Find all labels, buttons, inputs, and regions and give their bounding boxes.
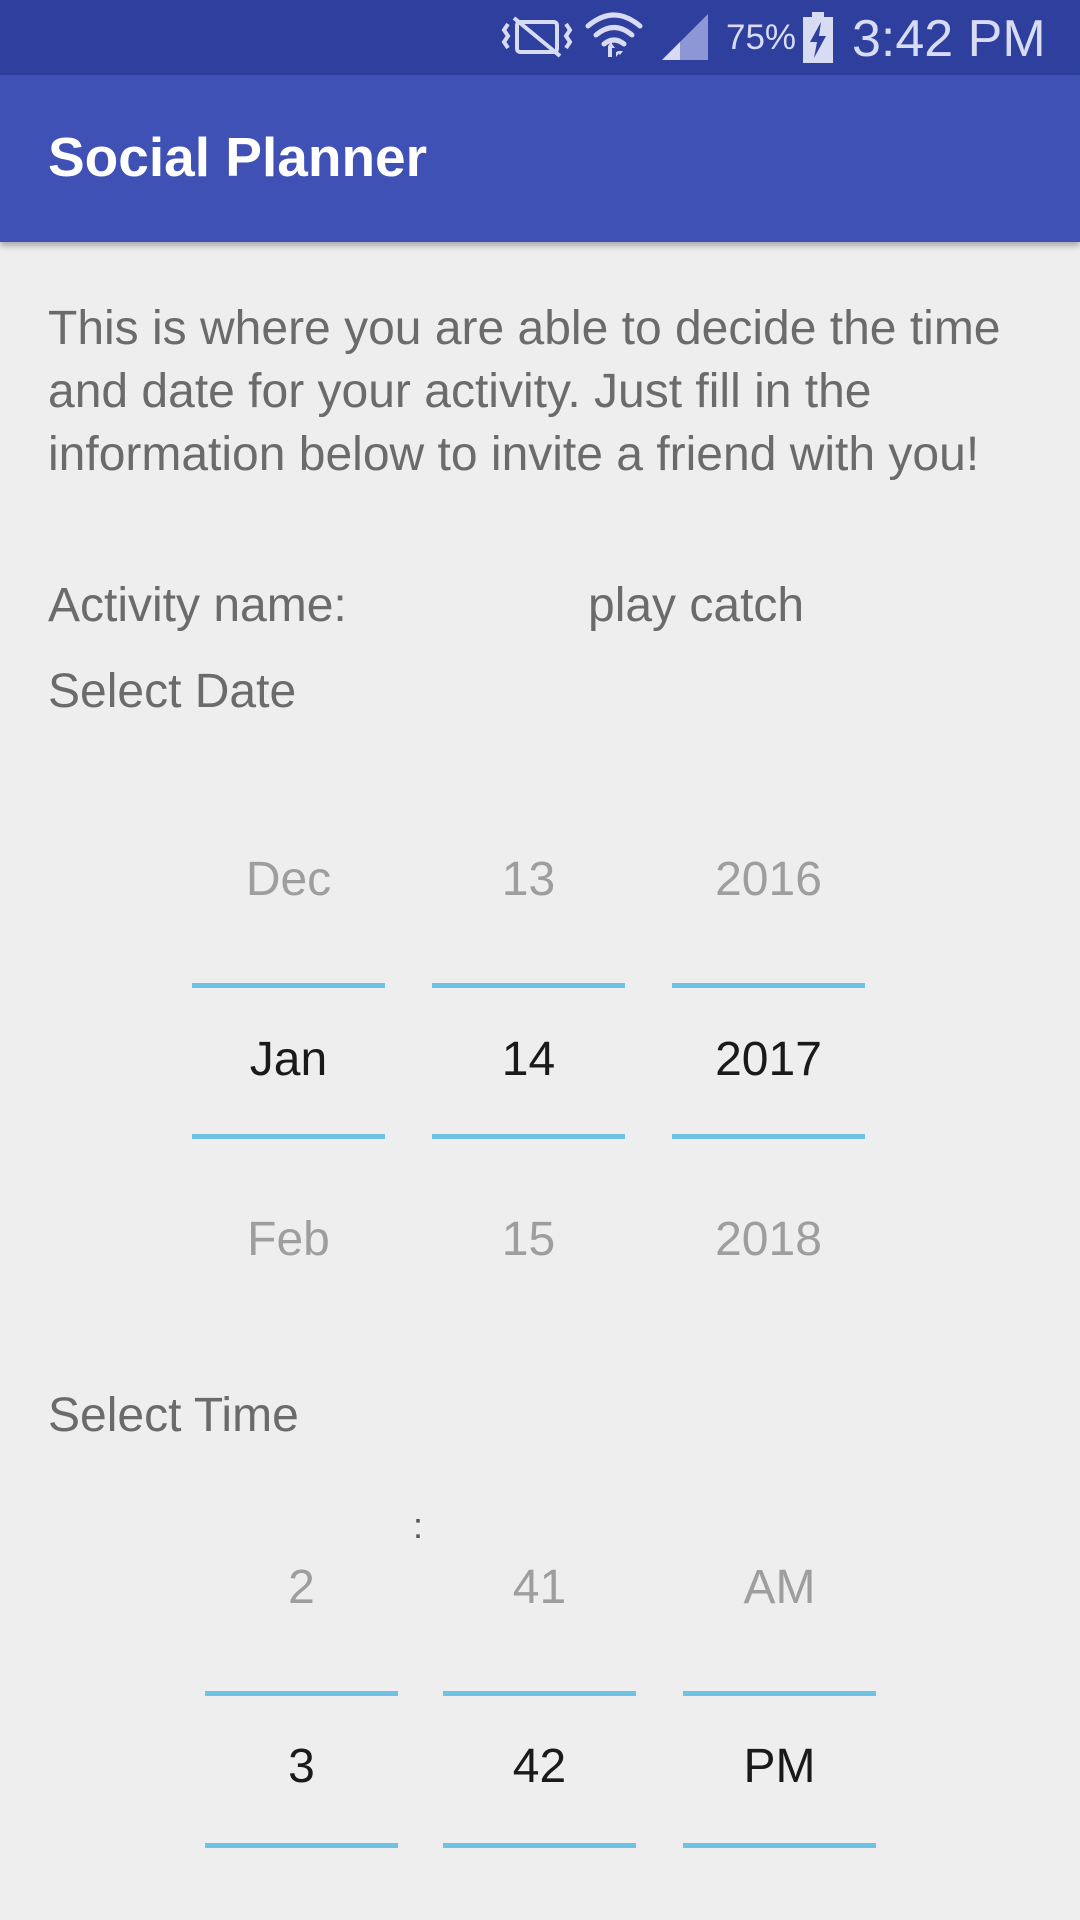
description-text: This is where you are able to decide the… xyxy=(48,302,1001,481)
day-prev[interactable]: 13 xyxy=(432,852,625,907)
ampm-picker[interactable]: AM PM xyxy=(683,1463,876,1863)
picker-divider-bottom xyxy=(192,1134,385,1139)
picker-divider-bottom xyxy=(205,1843,398,1848)
month-current[interactable]: Jan xyxy=(192,1032,385,1087)
day-next[interactable]: 15 xyxy=(432,1212,625,1267)
picker-divider-bottom xyxy=(432,1134,625,1139)
month-picker[interactable]: Dec Jan Feb xyxy=(192,755,385,1266)
picker-divider-top xyxy=(443,1691,636,1696)
month-next[interactable]: Feb xyxy=(192,1212,385,1267)
select-date-label: Select Date xyxy=(48,665,297,718)
minute-current[interactable]: 42 xyxy=(443,1739,636,1794)
year-prev[interactable]: 2016 xyxy=(672,852,865,907)
wifi-icon xyxy=(584,10,644,67)
minute-picker[interactable]: 41 42 xyxy=(443,1463,636,1863)
day-picker[interactable]: 13 14 15 xyxy=(432,755,625,1266)
picker-divider-top xyxy=(432,983,625,988)
ampm-current[interactable]: PM xyxy=(683,1739,876,1794)
month-prev[interactable]: Dec xyxy=(192,852,385,907)
year-picker[interactable]: 2016 2017 2018 xyxy=(672,755,865,1266)
app-bar: Social Planner xyxy=(0,75,1080,242)
year-next[interactable]: 2018 xyxy=(672,1212,865,1267)
hour-current[interactable]: 3 xyxy=(205,1739,398,1794)
app-title: Social Planner xyxy=(48,126,428,188)
year-current[interactable]: 2017 xyxy=(672,1032,865,1087)
picker-divider-bottom xyxy=(683,1843,876,1848)
ampm-prev[interactable]: AM xyxy=(683,1560,876,1615)
hour-picker[interactable]: 2 3 xyxy=(205,1463,398,1863)
minute-prev[interactable]: 41 xyxy=(443,1560,636,1615)
activity-name-label: Activity name: xyxy=(48,579,347,632)
battery-charging-icon xyxy=(802,12,834,69)
picker-divider-top xyxy=(205,1691,398,1696)
vibrate-icon xyxy=(500,14,574,65)
battery-percent: 75% xyxy=(726,18,797,57)
picker-divider-top xyxy=(192,983,385,988)
picker-divider-bottom xyxy=(443,1843,636,1848)
status-clock: 3:42 PM xyxy=(852,10,1046,68)
day-current[interactable]: 14 xyxy=(432,1032,625,1087)
picker-divider-bottom xyxy=(672,1134,865,1139)
signal-icon xyxy=(660,12,710,67)
activity-name-value: play catch xyxy=(588,579,805,632)
time-separator: : xyxy=(413,1505,424,1546)
status-bar: 75% 3:42 PM xyxy=(0,0,1080,75)
select-time-label: Select Time xyxy=(48,1389,299,1442)
picker-divider-top xyxy=(672,983,865,988)
hour-prev[interactable]: 2 xyxy=(205,1560,398,1615)
picker-divider-top xyxy=(683,1691,876,1696)
